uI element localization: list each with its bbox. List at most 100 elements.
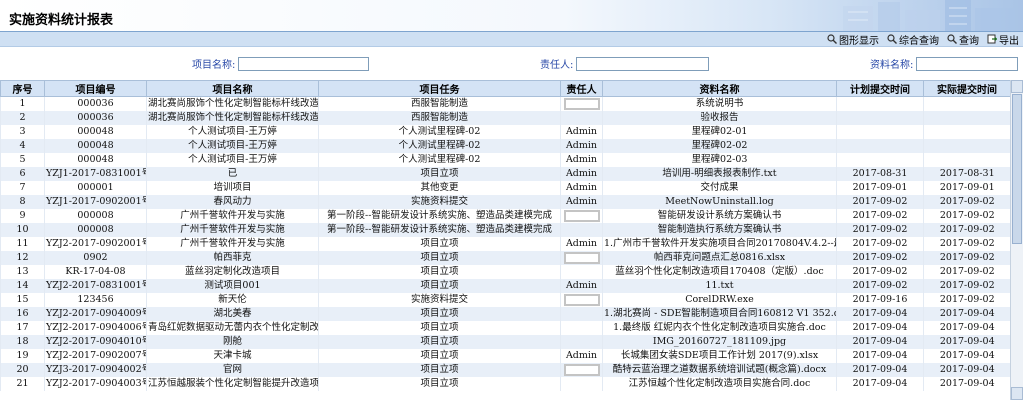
cell-doc-name: 江苏恒越个性化定制改造项目实施合同.doc — [602, 377, 837, 391]
column-header[interactable]: 责任人 — [560, 80, 603, 97]
table-row[interactable]: 8 YZJ1-2017-0902001号 春风动力 实施资料提交 Admin MeetNo… — [0, 195, 1010, 209]
cell-actual-date: 2017-09-02 — [923, 279, 1010, 293]
cell-task: 第一阶段--智能研发设计系统实施、塑造品类建模完成 — [318, 223, 561, 237]
table-row[interactable]: 20 YZJ3-2017-0904002号 官网 项目立项 酷特云蓝治理之道数据系统培训… — [0, 363, 1010, 377]
cell-project-code: YZJ2-2017-0902001号 — [44, 237, 147, 251]
column-header[interactable]: 项目名称 — [146, 80, 319, 97]
combined-search-button[interactable]: 综合查询 — [887, 32, 939, 47]
table-row[interactable]: 4 000048 个人测试项目-王万婷 个人测试里程碑-02 Admin 里程碑02-02 — [0, 139, 1010, 153]
cell-project-code: YZJ2-2017-0831001号 — [44, 279, 147, 293]
table-row[interactable]: 2000036湖北赛尚服饰个性化定制智能标杆线改造工程西服智能制造 验收报告 — [0, 111, 1010, 125]
scroll-down-arrow[interactable] — [1011, 387, 1023, 400]
table-row[interactable]: 10 000008 广州千誉软件开发与实施 第一阶段--智能研发设计系统实施、塑造品类… — [0, 223, 1010, 237]
cell-task: 项目立项 — [318, 237, 561, 251]
cell-planned-date: 2017-09-02 — [836, 195, 924, 209]
export-icon — [987, 34, 997, 44]
doc-name-input[interactable] — [916, 56, 1019, 71]
cell-project-code: 000048 — [44, 139, 147, 153]
cell-project-name: 帕西菲克 — [146, 251, 319, 265]
attachment-thumbnail[interactable] — [563, 363, 600, 376]
cell-index: 12 — [0, 251, 45, 265]
cell-responsible: Admin — [560, 181, 603, 195]
table-row[interactable]: 1000036湖北赛尚服饰个性化定制智能标杆线改造工程西服智能制造 系统说明书 — [0, 96, 1010, 111]
cell-project-name: 培训项目 — [146, 181, 319, 195]
table-row[interactable]: 17YZJ2-2017-0904006号青岛红妮数据驱动无蕾内衣个性化定制改造项… — [0, 321, 1010, 335]
cell-project-name: 新天伦 — [146, 293, 319, 307]
cell-index: 11 — [0, 237, 45, 251]
cell-planned-date — [836, 96, 924, 111]
cell-actual-date: 2017-09-01 — [923, 181, 1010, 195]
cell-index: 7 — [0, 181, 45, 195]
cell-project-name: 春风动力 — [146, 195, 319, 209]
cell-actual-date: 2017-09-04 — [923, 307, 1010, 321]
responsible-label: 责任人: — [540, 60, 574, 71]
cell-index: 6 — [0, 167, 45, 181]
attachment-thumbnail[interactable] — [563, 293, 600, 306]
cell-actual-date — [923, 153, 1010, 167]
cell-task: 个人测试里程碑-02 — [318, 125, 561, 139]
cell-project-code: KR-17-04-08 — [44, 265, 147, 279]
column-header[interactable]: 资料名称 — [602, 80, 837, 97]
cell-doc-name: 培训用-明细表报表制作.txt — [602, 167, 837, 181]
search-button[interactable]: 查询 — [947, 32, 979, 47]
cell-actual-date: 2017-09-02 — [923, 237, 1010, 251]
cell-task: 实施资料提交 — [318, 293, 561, 307]
table-row[interactable]: 11 YZJ2-2017-0902001号 广州千誉软件开发与实施 项目立项 Admin… — [0, 237, 1010, 251]
project-name-filter: 项目名称: — [192, 56, 370, 71]
column-header[interactable]: 实际提交时间 — [923, 80, 1010, 97]
table-row[interactable]: 18 YZJ2-2017-0904010号 刚舱 项目立项 IMG_20160727_1… — [0, 335, 1010, 349]
table-row[interactable]: 21 YZJ2-2017-0904003号 江苏恒越服装个性化定制智能提升改造项目项… — [0, 377, 1010, 391]
table-row[interactable]: 9 000008 广州千誉软件开发与实施 第一阶段--智能研发设计系统实施、塑造品类建… — [0, 209, 1010, 223]
attachment-thumbnail[interactable] — [563, 251, 600, 264]
cell-planned-date: 2017-09-02 — [836, 209, 924, 223]
cell-task: 项目立项 — [318, 307, 561, 321]
cell-doc-name: 1.湖北赛尚 - SDE智能制造项目合同160812 V1 352.doc — [602, 307, 837, 321]
project-name-label: 项目名称: — [192, 60, 236, 71]
chart-icon — [827, 34, 837, 44]
combined-search-label: 综合查询 — [899, 35, 939, 47]
scroll-thumb[interactable] — [1012, 94, 1022, 244]
cell-actual-date: 2017-09-02 — [923, 209, 1010, 223]
vertical-scrollbar[interactable] — [1010, 80, 1023, 400]
cell-responsible: Admin — [560, 167, 603, 181]
cell-project-name: 青岛红妮数据驱动无蕾内衣个性化定制改造项目 — [146, 321, 319, 335]
cell-doc-name: 系统说明书 — [602, 96, 837, 111]
column-header[interactable]: 计划提交时间 — [836, 80, 924, 97]
export-button[interactable]: 导出 — [987, 32, 1019, 47]
table-row[interactable]: 12 0902 帕西菲克 项目立项 帕西菲克问题点汇总0816.xlsx 2017-09-… — [0, 251, 1010, 265]
search-label: 查询 — [959, 35, 979, 47]
cell-project-name: 官网 — [146, 363, 319, 377]
cell-project-name: 天津卡城 — [146, 349, 319, 363]
attachment-thumbnail[interactable] — [563, 97, 600, 110]
table-row[interactable]: 5 000048 个人测试项目-王万婷 个人测试里程碑-02 Admin 里程碑02-03 — [0, 153, 1010, 167]
cell-actual-date: 2017-09-04 — [923, 321, 1010, 335]
cell-project-code: 123456 — [44, 293, 147, 307]
project-name-input[interactable] — [238, 56, 370, 71]
column-header[interactable]: 项目编号 — [44, 80, 147, 97]
table-row[interactable]: 6 YZJ1-2017-0831001号已项目立项 Admin 培训用-明细表报表制作… — [0, 167, 1010, 181]
column-header[interactable]: 序号 — [0, 80, 45, 97]
chart-view-button[interactable]: 图形显示 — [827, 32, 879, 47]
table-row[interactable]: 14 YZJ2-2017-0831001号 测试项目001 项目立项 Admin 11.t… — [0, 279, 1010, 293]
table-row[interactable]: 3 000048 个人测试项目-王万婷 个人测试里程碑-02 Admin 里程碑02-01 — [0, 125, 1010, 139]
table-row[interactable]: 13 KR-17-04-08 蓝丝羽定制化改造项目 项目立项 蓝丝羽个性化定制改造项目1… — [0, 265, 1010, 279]
scroll-up-arrow[interactable] — [1011, 80, 1023, 93]
attachment-thumbnail[interactable] — [563, 209, 600, 222]
cell-responsible — [560, 307, 603, 321]
cell-project-code: 000048 — [44, 125, 147, 139]
cell-task: 项目立项 — [318, 265, 561, 279]
export-label: 导出 — [999, 35, 1019, 47]
responsible-input[interactable] — [576, 56, 710, 71]
cell-responsible — [560, 223, 603, 237]
cell-doc-name: 酷特云蓝治理之道数据系统培训试题(概念篇).docx — [602, 363, 837, 377]
cell-index: 5 — [0, 153, 45, 167]
table-row[interactable]: 16 YZJ2-2017-0904009号 湖北美春 项目立项 1.湖北赛尚 - SDE… — [0, 307, 1010, 321]
cell-index: 19 — [0, 349, 45, 363]
cell-planned-date: 2017-09-02 — [836, 279, 924, 293]
table-row[interactable]: 7 000001 培训项目 其他变更 Admin 交付成果 2017-09-01 2017-0… — [0, 181, 1010, 195]
table-row[interactable]: 15 123456 新天伦 实施资料提交 CorelDRW.exe 2017-09-16 2… — [0, 293, 1010, 307]
cell-project-name: 湖北赛尚服饰个性化定制智能标杆线改造工程 — [146, 96, 319, 111]
cell-project-name: 湖北赛尚服饰个性化定制智能标杆线改造工程 — [146, 111, 319, 125]
table-row[interactable]: 19 YZJ2-2017-0902007号 天津卡城 项目立项 Admin 长城集团女装S… — [0, 349, 1010, 363]
column-header[interactable]: 项目任务 — [318, 80, 561, 97]
